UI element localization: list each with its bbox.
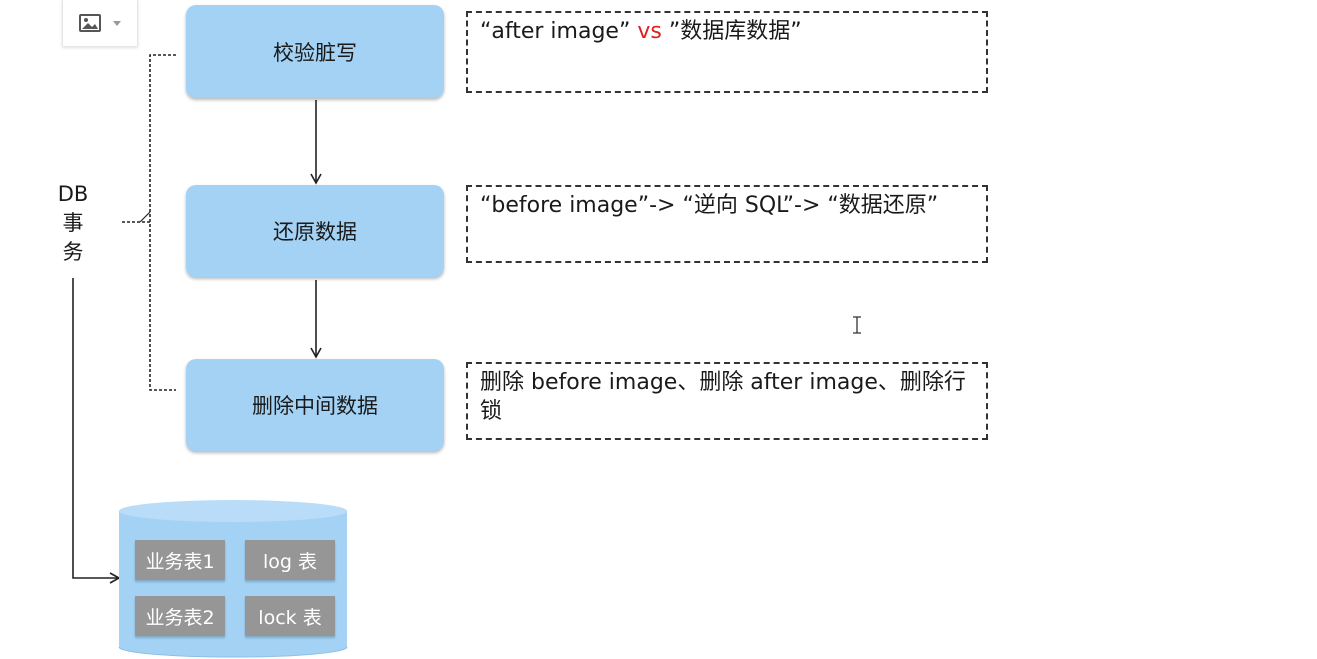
- arrow-db-to-database: [72, 278, 121, 584]
- table-label: 业务表1: [145, 550, 215, 573]
- table-log: log 表: [245, 540, 335, 580]
- db-transaction-label: DB 事 务: [50, 180, 96, 267]
- step-label: 校验脏写: [273, 40, 357, 65]
- dashed-bracket: [149, 54, 176, 391]
- note-text: “before image”-> “逆向 SQL”-> “数据还原”: [480, 193, 939, 218]
- note-text: ”数据库数据”: [661, 19, 802, 44]
- db-label-line: 事: [62, 211, 84, 235]
- table-business-1: 业务表1: [135, 540, 225, 580]
- table-label: log 表: [262, 550, 317, 573]
- note-after-image-vs-db: “after image” vs ”数据库数据”: [466, 11, 988, 93]
- note-vs-highlight: vs: [637, 19, 662, 44]
- table-business-2: 业务表2: [135, 596, 225, 636]
- note-restore-process: “before image”-> “逆向 SQL”-> “数据还原”: [466, 185, 988, 263]
- step-label: 还原数据: [273, 220, 357, 244]
- step-label: 删除中间数据: [252, 394, 378, 418]
- table-lock: lock 表: [245, 596, 335, 636]
- note-text: “after image”: [480, 19, 638, 44]
- table-label: 业务表2: [145, 606, 215, 629]
- step-restore-data: 还原数据: [186, 185, 444, 277]
- note-delete-process: 删除 before image、删除 after image、删除行锁: [466, 362, 988, 440]
- db-label-line: 务: [62, 240, 84, 264]
- step-delete-intermediate-data: 删除中间数据: [186, 359, 444, 451]
- db-label-line: DB: [57, 182, 89, 206]
- table-label: lock 表: [258, 606, 322, 629]
- text-cursor-icon: [853, 316, 861, 334]
- step-check-dirty-write: 校验脏写: [186, 5, 444, 98]
- note-text: 删除 before image、删除 after image、删除行锁: [480, 370, 966, 424]
